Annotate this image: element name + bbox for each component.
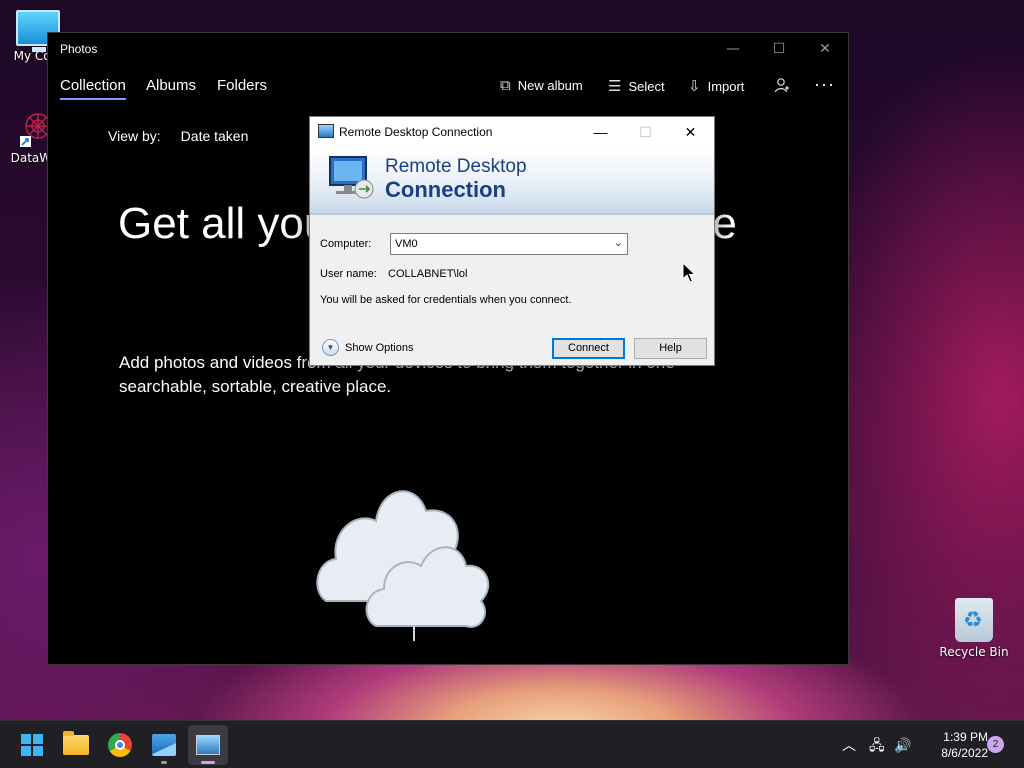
- remote-desktop-icon: [318, 124, 334, 138]
- window-title: Photos: [60, 42, 98, 56]
- rdp-banner-line2: Connection: [385, 177, 506, 202]
- cloud-illustration: [306, 441, 506, 664]
- tab-folders[interactable]: Folders: [217, 77, 267, 94]
- taskbar-photos[interactable]: [144, 725, 184, 765]
- rdp-title: Remote Desktop Connection: [339, 125, 493, 139]
- volume-icon[interactable]: 🔊: [894, 721, 911, 768]
- rdp-minimize-button[interactable]: —: [578, 117, 623, 147]
- chevron-down-icon[interactable]: ⌄: [614, 236, 623, 249]
- photos-icon: [152, 734, 176, 756]
- recycle-bin-icon: [955, 598, 993, 642]
- select-label: Select: [628, 78, 665, 94]
- connect-button[interactable]: Connect: [552, 338, 625, 359]
- select-icon: ☰: [608, 78, 622, 95]
- expand-arrow-icon: ▼: [322, 339, 339, 356]
- username-label: User name:: [320, 268, 377, 280]
- clock-date: 8/6/2022: [941, 746, 988, 760]
- maximize-button[interactable]: ☐: [756, 33, 802, 65]
- clock[interactable]: 1:39 PM 8/6/2022: [918, 729, 988, 761]
- minimize-button[interactable]: —: [710, 33, 756, 65]
- taskbar-file-explorer[interactable]: [56, 725, 96, 765]
- remote-desktop-icon: [196, 735, 220, 755]
- import-button[interactable]: ⇩ Import: [688, 77, 744, 95]
- notification-badge[interactable]: 2: [987, 736, 1004, 753]
- view-by[interactable]: View by: Date taken ⌄: [108, 127, 330, 144]
- more-options-button[interactable]: ···: [814, 74, 835, 95]
- computer-value: VM0: [395, 238, 418, 250]
- add-person-button[interactable]: [774, 77, 790, 97]
- tab-albums[interactable]: Albums: [146, 77, 196, 94]
- select-button[interactable]: ☰ Select: [608, 77, 665, 95]
- taskbar: ︿ 🖧 🔊 1:39 PM 8/6/2022: [0, 720, 1024, 768]
- clock-time: 1:39 PM: [943, 730, 988, 744]
- import-label: Import: [707, 78, 745, 94]
- remote-desktop-dialog: Remote Desktop Connection — ☐ ✕ Remote D…: [309, 116, 715, 366]
- close-button[interactable]: ✕: [802, 33, 848, 65]
- folder-icon: [63, 731, 89, 755]
- photos-titlebar[interactable]: Photos — ☐ ✕: [48, 33, 848, 67]
- mouse-cursor-icon: [682, 262, 696, 283]
- computer-combobox[interactable]: VM0 ⌄: [390, 233, 628, 255]
- view-by-label: View by:: [108, 127, 161, 144]
- view-by-value: Date taken: [180, 127, 249, 144]
- taskbar-chrome[interactable]: [100, 725, 140, 765]
- new-album-button[interactable]: ⧉ New album: [500, 77, 583, 94]
- username-value: COLLABNET\lol: [388, 268, 468, 280]
- remote-desktop-logo-icon: [329, 156, 374, 199]
- start-button[interactable]: [12, 725, 52, 765]
- show-hidden-icons-chevron-icon[interactable]: ︿: [842, 721, 856, 768]
- rdp-maximize-button: ☐: [639, 124, 652, 140]
- import-icon: ⇩: [688, 78, 701, 95]
- new-album-label: New album: [517, 78, 583, 93]
- show-options-toggle[interactable]: ▼ Show Options: [322, 339, 413, 356]
- tab-collection[interactable]: Collection: [60, 77, 126, 100]
- rdp-banner-line1: Remote Desktop: [385, 156, 527, 177]
- credentials-note: You will be asked for credentials when y…: [320, 294, 572, 306]
- windows-logo-icon: [21, 734, 43, 756]
- desktop-icon-recycle-bin[interactable]: Recycle Bin: [936, 598, 1012, 659]
- desktop-icon-label: Recycle Bin: [939, 645, 1009, 659]
- show-options-label: Show Options: [345, 341, 414, 354]
- help-button[interactable]: Help: [634, 338, 707, 359]
- rdp-titlebar[interactable]: Remote Desktop Connection — ☐ ✕: [310, 117, 714, 147]
- computer-label: Computer:: [320, 238, 372, 250]
- person-add-icon: [774, 77, 790, 97]
- rdp-banner: Remote Desktop Connection: [310, 147, 714, 215]
- chrome-icon: [108, 733, 132, 757]
- photos-nav: Collection Albums Folders ⧉ New album ☰ …: [60, 74, 848, 105]
- rdp-close-button[interactable]: ✕: [668, 117, 713, 147]
- new-album-icon: ⧉: [500, 77, 511, 94]
- network-icon[interactable]: 🖧: [869, 721, 885, 768]
- taskbar-remote-desktop[interactable]: [188, 725, 228, 765]
